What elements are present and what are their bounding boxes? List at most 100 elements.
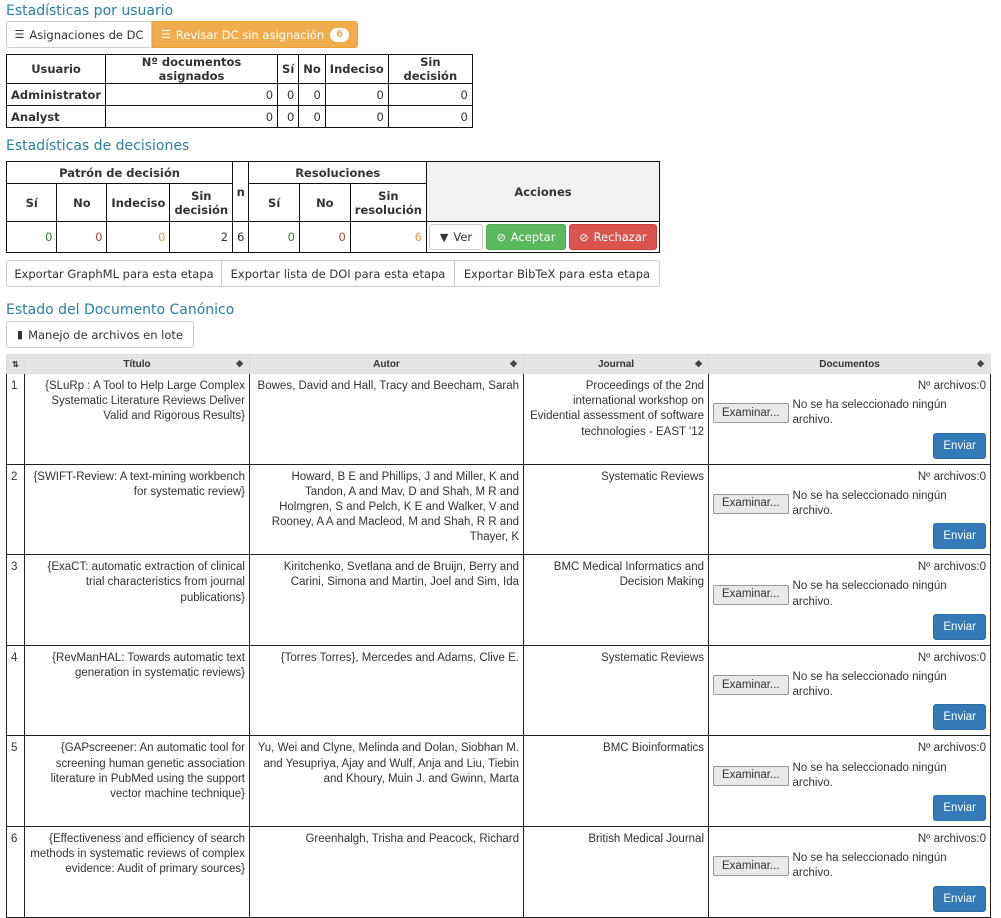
col-actions: Acciones bbox=[426, 161, 660, 222]
cell: 0 bbox=[387, 83, 473, 106]
row-author: Bowes, David and Hall, Tracy and Beecham… bbox=[249, 373, 524, 465]
send-button[interactable]: Enviar bbox=[933, 704, 986, 731]
cell: 0 bbox=[387, 105, 473, 128]
table-row: 2 {SWIFT-Review: A text-mining workbench … bbox=[6, 463, 991, 556]
col-pattern-indeciso: Indeciso bbox=[106, 183, 171, 222]
row-journal: Proceedings of the 2nd international wor… bbox=[523, 373, 709, 465]
user-stats-heading: Estadísticas por usuario bbox=[6, 3, 174, 19]
row-author: {Torres Torres}, Mercedes and Adams, Cli… bbox=[249, 644, 524, 737]
row-journal: BMC Bioinformatics bbox=[523, 735, 709, 828]
row-index: 3 bbox=[6, 554, 25, 646]
col-user: Usuario bbox=[5, 54, 107, 84]
value-res-sin: 6 bbox=[349, 221, 428, 253]
col-author[interactable]: Autor ◆ bbox=[249, 354, 524, 374]
row-documents: Nº archivos:0 Examinar... No se ha selecci… bbox=[708, 554, 991, 646]
table-row: 3 {ExaCT: automatic extraction of clinica… bbox=[6, 554, 991, 646]
reject-button[interactable]: ⊘ Rechazar bbox=[569, 224, 657, 250]
row-index: 6 bbox=[6, 826, 25, 918]
user-name: Administrator bbox=[5, 83, 107, 106]
send-button[interactable]: Enviar bbox=[933, 523, 986, 550]
send-button[interactable]: Enviar bbox=[933, 432, 986, 459]
browse-button[interactable]: Examinar... bbox=[713, 494, 789, 515]
list-icon: ☰ bbox=[14, 28, 25, 41]
row-title: {Effectiveness and efficiency of search … bbox=[24, 826, 250, 918]
row-index: 4 bbox=[6, 644, 25, 737]
decision-stats-heading: Estadísticas de decisiones bbox=[6, 138, 190, 154]
table-row: 0 0 0 2 6 0 0 6 ▼ Ver ⊘ Aceptar ⊘ Rechaz… bbox=[5, 221, 660, 253]
decision-stats-table: Patrón de decisión n Resoluciones Accion… bbox=[5, 161, 660, 253]
row-journal: BMC Medical Informatics and Decision Mak… bbox=[523, 554, 709, 646]
file-input[interactable]: Examinar... No se ha seleccionado ningún … bbox=[713, 670, 986, 700]
file-count: Nº archivos:0 bbox=[917, 470, 986, 483]
cell: 0 bbox=[105, 83, 279, 106]
caret-down-icon: ▼ bbox=[439, 230, 449, 244]
row-documents: Nº archivos:0 Examinar... No se ha selecci… bbox=[708, 373, 991, 465]
no-file-label: No se ha seleccionado ningún archivo. bbox=[792, 852, 947, 880]
row-documents: Nº archivos:0 Examinar... No se ha selecci… bbox=[708, 826, 991, 918]
col-index[interactable]: ⇅ bbox=[6, 354, 25, 374]
col-n: n bbox=[232, 161, 250, 222]
file-input[interactable]: Examinar... No se ha seleccionado ningún … bbox=[713, 579, 986, 609]
value-res-si: 0 bbox=[248, 221, 300, 253]
col-title[interactable]: Título ◆ bbox=[24, 354, 250, 374]
user-stats-table: Usuario Nº documentos asignados Sí No In… bbox=[5, 54, 473, 128]
col-documents[interactable]: Documentos ◆ bbox=[708, 354, 991, 374]
value-pattern-sin: 2 bbox=[169, 221, 234, 253]
table-row: 5 {GAPscreener: An automatic tool for scr… bbox=[6, 735, 991, 828]
no-file-label: No se ha seleccionado ningún archivo. bbox=[792, 399, 947, 427]
col-journal[interactable]: Journal ◆ bbox=[523, 354, 709, 374]
table-row: 4 {RevManHAL: Towards automatic text gene… bbox=[6, 644, 991, 737]
browse-button[interactable]: Examinar... bbox=[713, 403, 789, 424]
row-index: 5 bbox=[6, 735, 25, 828]
file-input[interactable]: Examinar... No se ha seleccionado ningún … bbox=[713, 761, 986, 791]
row-title: {SWIFT-Review: A text-mining workbench f… bbox=[24, 463, 250, 556]
file-input[interactable]: Examinar... No se ha seleccionado ningún … bbox=[713, 851, 986, 881]
no-file-label: No se ha seleccionado ningún archivo. bbox=[792, 580, 947, 608]
export-graphml-button[interactable]: Exportar GraphML para esta etapa bbox=[6, 260, 222, 287]
cell: 0 bbox=[298, 105, 326, 128]
row-author: Greenhalgh, Trisha and Peacock, Richard bbox=[249, 826, 524, 918]
row-title: {RevManHAL: Towards automatic text gener… bbox=[24, 644, 250, 737]
row-title: {SLuRp : A Tool to Help Large Complex Sy… bbox=[24, 373, 250, 465]
export-bibtex-button[interactable]: Exportar BibTeX para esta etapa bbox=[455, 260, 660, 287]
browse-button[interactable]: Examinar... bbox=[713, 765, 789, 786]
col-indeciso: Indeciso bbox=[324, 54, 389, 84]
col-pattern-sin: Sin decisión bbox=[169, 183, 234, 222]
accept-button[interactable]: ⊘ Aceptar bbox=[486, 224, 566, 250]
group-resolutions: Resoluciones bbox=[248, 161, 427, 184]
send-button[interactable]: Enviar bbox=[933, 613, 986, 640]
row-index: 2 bbox=[6, 463, 25, 556]
batch-files-button[interactable]: ▮ Manejo de archivos en lote bbox=[6, 321, 194, 348]
row-author: Howard, B E and Phillips, J and Miller, … bbox=[249, 463, 524, 556]
list-icon: ☰ bbox=[160, 28, 171, 41]
browse-button[interactable]: Examinar... bbox=[713, 856, 789, 877]
table-row: 1 {SLuRp : A Tool to Help Large Complex S… bbox=[6, 373, 991, 465]
documents-table: ⇅ Título ◆ Autor ◆ Journal ◆ Documentos ◆ 1{… bbox=[6, 354, 991, 918]
send-button[interactable]: Enviar bbox=[933, 885, 986, 912]
check-circle-icon: ⊘ bbox=[496, 230, 506, 244]
export-doi-button[interactable]: Exportar lista de DOI para esta etapa bbox=[222, 260, 455, 287]
row-documents: Nº archivos:0 Examinar... No se ha selecci… bbox=[708, 463, 991, 556]
file-count: Nº archivos:0 bbox=[917, 651, 986, 664]
assignments-button[interactable]: ☰ Asignaciones de DC bbox=[6, 21, 152, 48]
browse-button[interactable]: Examinar... bbox=[713, 584, 789, 605]
review-unassigned-button[interactable]: ☰ Revisar DC sin asignación 6 bbox=[152, 21, 358, 48]
row-title: {ExaCT: automatic extraction of clinical… bbox=[24, 554, 250, 646]
file-count: Nº archivos:0 bbox=[917, 742, 986, 755]
table-row: Administrator 0 0 0 0 0 bbox=[5, 83, 473, 106]
sort-icon: ◆ bbox=[236, 358, 243, 368]
ban-icon: ⊘ bbox=[579, 230, 589, 244]
no-file-label: No se ha seleccionado ningún archivo. bbox=[792, 489, 947, 518]
file-count: Nº archivos:0 bbox=[917, 380, 986, 392]
browse-button[interactable]: Examinar... bbox=[713, 675, 789, 696]
sort-icon: ◆ bbox=[695, 358, 702, 368]
file-input[interactable]: Examinar... No se ha seleccionado ningún … bbox=[713, 489, 986, 519]
row-documents: Nº archivos:0 Examinar... No se ha selecci… bbox=[708, 644, 991, 737]
file-count: Nº archivos:0 bbox=[917, 561, 986, 574]
send-button[interactable]: Enviar bbox=[933, 795, 986, 822]
col-assigned: Nº documentos asignados bbox=[105, 54, 279, 84]
col-res-si: Sí bbox=[248, 183, 300, 222]
canonical-heading: Estado del Documento Canónico bbox=[6, 302, 235, 318]
file-input[interactable]: Examinar... No se ha seleccionado ningún … bbox=[713, 398, 986, 428]
ver-button[interactable]: ▼ Ver bbox=[429, 224, 483, 250]
